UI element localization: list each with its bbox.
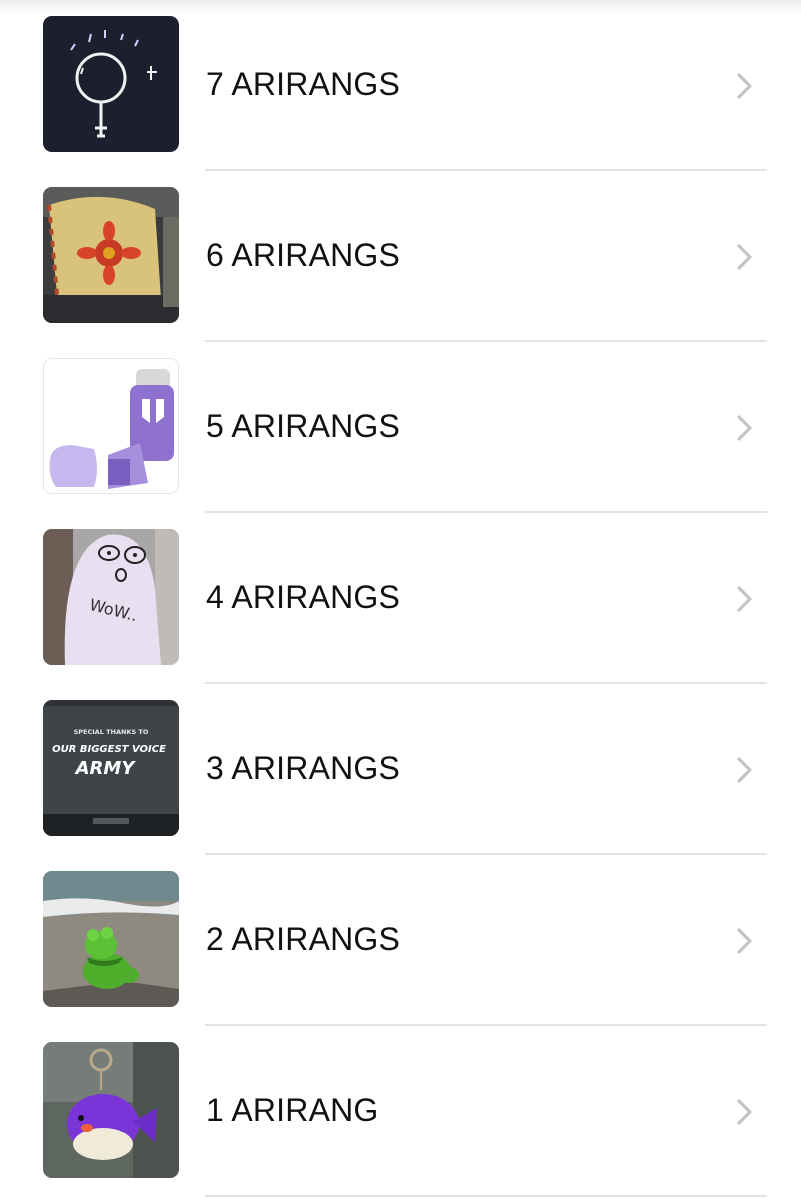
chevron-right-icon — [733, 585, 757, 613]
screen-caption-3: ARMY — [74, 758, 137, 779]
chevron-right-icon — [733, 927, 757, 955]
army-screen-thumbnail: SPECIAL THANKS TO OUR BIGGEST VOICE ARMY — [43, 700, 179, 836]
purple-fish-keychain-thumbnail — [43, 1042, 179, 1178]
item-label: 1 ARIRANG — [206, 1092, 379, 1128]
list-item-3-arirangs[interactable]: SPECIAL THANKS TO OUR BIGGEST VOICE ARMY… — [0, 684, 801, 855]
item-label: 4 ARIRANGS — [206, 579, 401, 615]
chevron-right-icon — [733, 72, 757, 100]
wow-face-thumbnail: WoW.. — [43, 529, 179, 665]
item-label: 5 ARIRANGS — [206, 408, 401, 444]
list-item-5-arirangs[interactable]: 5 ARIRANGS — [0, 342, 801, 513]
item-label: 7 ARIRANGS — [206, 66, 401, 102]
row-divider — [205, 1195, 767, 1197]
item-label: 2 ARIRANGS — [206, 921, 401, 957]
list-item-2-arirangs[interactable]: 2 ARIRANGS — [0, 855, 801, 1026]
list-item-4-arirangs[interactable]: WoW.. 4 ARIRANGS — [0, 513, 801, 684]
item-label: 3 ARIRANGS — [206, 750, 401, 786]
arirang-list: 7 ARIRANGS 6 ARIRANGS 5 ARIRANGS WoW.. 4… — [0, 0, 801, 1200]
list-item-6-arirangs[interactable]: 6 ARIRANGS — [0, 171, 801, 342]
purple-inhaler-thumbnail — [43, 358, 179, 494]
chevron-right-icon — [733, 756, 757, 784]
list-item-1-arirang[interactable]: 1 ARIRANG — [0, 1026, 801, 1197]
flower-pouch-thumbnail — [43, 187, 179, 323]
chevron-right-icon — [733, 243, 757, 271]
chevron-right-icon — [733, 1098, 757, 1126]
frog-beach-thumbnail — [43, 871, 179, 1007]
screen-caption-1: SPECIAL THANKS TO — [74, 728, 149, 736]
item-label: 6 ARIRANGS — [206, 237, 401, 273]
screen-caption-2: OUR BIGGEST VOICE — [52, 744, 166, 755]
doodle-sketch-thumbnail — [43, 16, 179, 152]
chevron-right-icon — [733, 414, 757, 442]
list-item-7-arirangs[interactable]: 7 ARIRANGS — [0, 0, 801, 171]
